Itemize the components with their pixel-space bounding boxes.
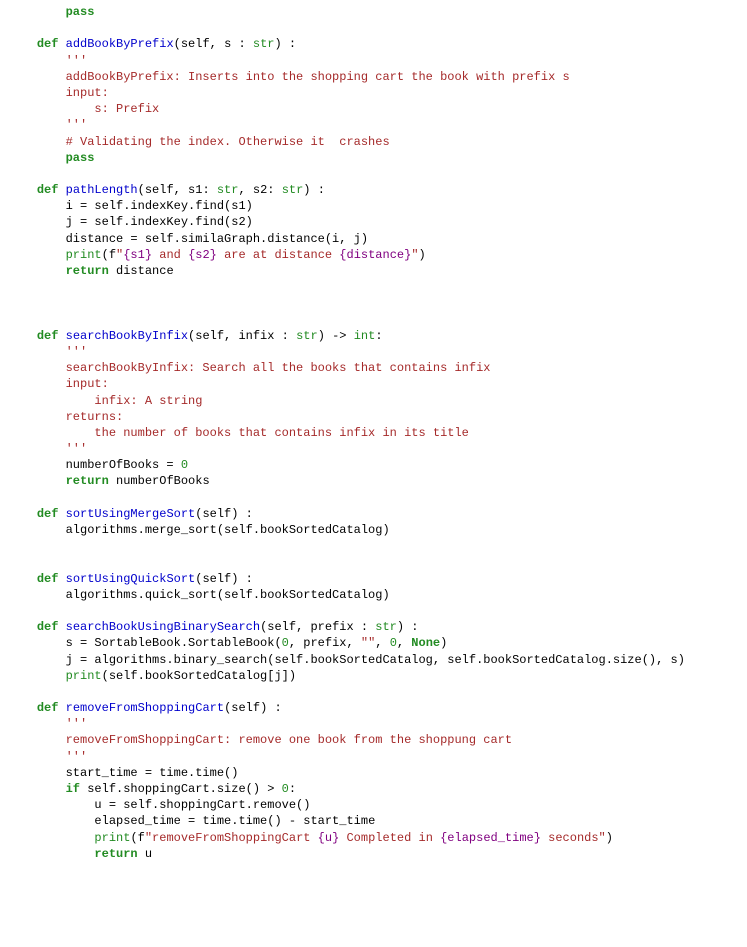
code-document: pass def addBookByPrefix(self, s : str) … — [0, 0, 747, 947]
code-block: pass def addBookByPrefix(self, s : str) … — [8, 5, 685, 861]
